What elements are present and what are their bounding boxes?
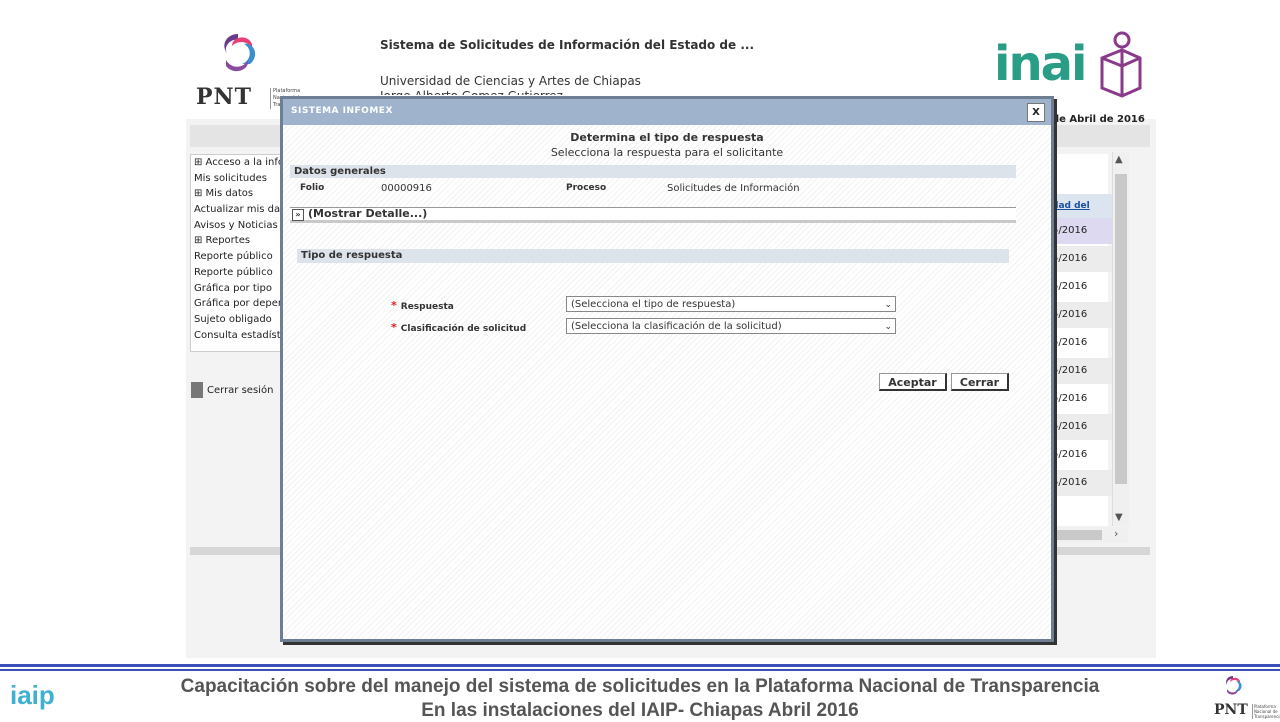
pnt-footer-logo: PNT Plataforma Nacional de Transparencia — [1212, 674, 1280, 720]
logout-link[interactable]: Cerrar sesión — [191, 382, 273, 398]
chevron-down-icon: ⌄ — [884, 300, 892, 310]
table-row[interactable]: 5/2016 — [1048, 246, 1112, 272]
slide-footer: iaip Capacitación sobre del manejo del s… — [0, 664, 1280, 721]
system-title: Sistema de Solicitudes de Información de… — [380, 38, 755, 52]
logout-label: Cerrar sesión — [207, 385, 274, 396]
pnt-logo-text: PNT — [196, 84, 253, 110]
scroll-down-icon[interactable]: ▼ — [1115, 512, 1123, 523]
pnt-swirl-icon — [1226, 676, 1242, 695]
cancel-button[interactable]: Cerrar — [951, 373, 1009, 391]
respuesta-select[interactable]: (Selecciona el tipo de respuesta) ⌄ — [566, 296, 896, 312]
respuesta-dialog: SISTEMA INFOMEX X Determina el tipo de r… — [280, 96, 1054, 642]
menu-item-grafica-tipo[interactable]: Gráfica por tipo — [191, 281, 291, 297]
clasificacion-label: Clasificación de solicitud — [400, 324, 527, 334]
dialog-titlebar[interactable]: SISTEMA INFOMEX X — [283, 99, 1051, 125]
dialog-body: Determina el tipo de respuesta Seleccion… — [283, 125, 1051, 639]
hscroll-thumb[interactable] — [1050, 530, 1102, 540]
footer-rule — [0, 669, 1280, 671]
menu-item-consulta[interactable]: Consulta estadística — [191, 328, 291, 344]
inai-logo-text: inai — [994, 36, 1087, 92]
current-date: de Abril de 2016 — [1052, 114, 1145, 125]
respuesta-label: Respuesta — [400, 302, 454, 312]
folio-value: 00000916 — [381, 183, 432, 194]
dialog-title: SISTEMA INFOMEX — [291, 106, 393, 116]
institution-name: Universidad de Ciencias y Artes de Chiap… — [380, 74, 641, 88]
menu-item-avisos[interactable]: Avisos y Noticias — [191, 218, 291, 234]
table-header-date[interactable]: dad del — [1048, 194, 1112, 218]
horizontal-scrollbar[interactable]: › — [1048, 527, 1128, 543]
table-row[interactable]: 5/2016 — [1048, 470, 1112, 496]
table-row[interactable]: 5/2016 — [1048, 442, 1112, 468]
dialog-heading-subtitle: Selecciona la respuesta para el solicita… — [550, 146, 784, 159]
table-row[interactable]: 5/2016 — [1048, 274, 1112, 300]
section-datos-generales: Datos generales — [290, 165, 1016, 178]
menu-item-reporte-publico-1[interactable]: Reporte público — [191, 249, 291, 265]
folio-label: Folio — [300, 183, 325, 193]
scroll-right-icon[interactable]: › — [1114, 527, 1118, 540]
menu-item-actualizar[interactable]: Actualizar mis datos — [191, 202, 291, 218]
logout-icon — [191, 382, 203, 398]
institution-user: Jorge Alberto Gomez Gutierrez — [380, 89, 563, 95]
dialog-heading-title: Determina el tipo de respuesta — [570, 131, 764, 144]
requests-table: dad del 5/2016 5/2016 5/2016 5/2016 5/20… — [1048, 154, 1112, 526]
pnt-footer-logo-subtitle: Plataforma Nacional de Transparencia — [1252, 704, 1280, 719]
side-menu: ⊞ Acceso a la información Mis solicitude… — [190, 154, 292, 352]
respuesta-label-wrap: * Respuesta — [391, 299, 454, 312]
proceso-value: Solicitudes de Información — [667, 183, 800, 194]
expand-icon: » — [292, 209, 304, 221]
table-row[interactable]: 5/2016 — [1048, 414, 1112, 440]
pnt-logo: PNT Plataforma Nacional de Transparencia — [194, 30, 308, 110]
inai-cube-icon — [1100, 31, 1142, 98]
table-row[interactable]: 5/2016 — [1048, 302, 1112, 328]
clasificacion-label-wrap: * Clasificación de solicitud — [391, 321, 526, 334]
vertical-scrollbar[interactable]: ▲ ▼ — [1112, 152, 1129, 526]
accept-button[interactable]: Aceptar — [879, 373, 947, 391]
section-tipo-respuesta: Tipo de respuesta — [297, 249, 1009, 263]
menu-item-reporte-publico-2[interactable]: Reporte público — [191, 265, 291, 281]
menu-item-acceso[interactable]: ⊞ Acceso a la información — [191, 155, 291, 171]
footer-rule — [0, 664, 1280, 667]
chevron-down-icon: ⌄ — [884, 322, 892, 332]
footer-line-2: En las instalaciones del IAIP- Chiapas A… — [421, 700, 859, 721]
clasificacion-select[interactable]: (Selecciona la clasificación de la solic… — [566, 318, 896, 334]
menu-item-reportes[interactable]: ⊞ Reportes — [191, 233, 291, 249]
dialog-heading: Determina el tipo de respuesta Seleccion… — [283, 131, 1051, 159]
table-row[interactable]: 5/2016 — [1048, 218, 1112, 244]
table-row[interactable]: 5/2016 — [1048, 358, 1112, 384]
footer-line-1: Capacitación sobre del manejo del sistem… — [180, 676, 1100, 697]
pnt-footer-logo-text: PNT — [1214, 702, 1248, 718]
show-detail-toggle[interactable]: » (Mostrar Detalle...) — [290, 207, 1016, 223]
scroll-up-icon[interactable]: ▲ — [1115, 154, 1123, 165]
respuesta-select-value: (Selecciona el tipo de respuesta) — [571, 299, 736, 310]
table-row[interactable]: 5/2016 — [1048, 330, 1112, 356]
scroll-thumb[interactable] — [1115, 174, 1127, 484]
clasificacion-select-value: (Selecciona la clasificación de la solic… — [571, 321, 782, 332]
pnt-swirl-icon — [224, 34, 256, 72]
menu-item-mis-solicitudes[interactable]: Mis solicitudes — [191, 171, 291, 187]
required-mark: * — [391, 299, 397, 312]
show-detail-label: (Mostrar Detalle...) — [308, 207, 428, 220]
proceso-label: Proceso — [566, 183, 607, 193]
menu-item-sujeto-obligado[interactable]: Sujeto obligado — [191, 312, 291, 328]
table-row[interactable]: 5/2016 — [1048, 386, 1112, 412]
menu-item-grafica-dependencia[interactable]: Gráfica por dependencia — [191, 296, 291, 312]
close-icon[interactable]: X — [1027, 103, 1045, 122]
required-mark: * — [391, 321, 397, 334]
menu-item-mis-datos[interactable]: ⊞ Mis datos — [191, 186, 291, 202]
